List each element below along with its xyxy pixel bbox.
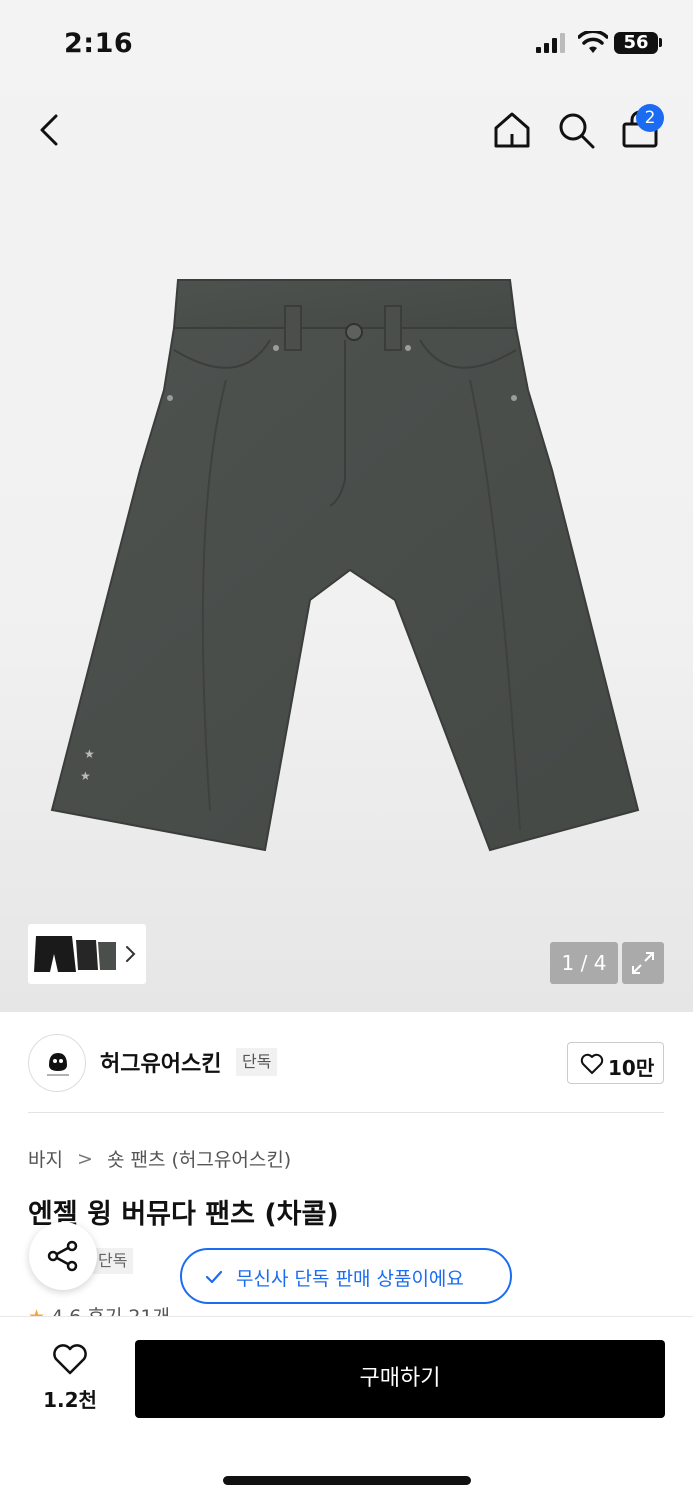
breadcrumb-separator-icon: > [77,1147,93,1170]
check-icon [205,1270,223,1284]
battery-level: 56 [614,32,658,54]
brand-like-button[interactable]: 10만 [567,1042,664,1084]
thumbnail-image [34,936,116,972]
exclusive-notice-pill[interactable]: 무신사 단독 판매 상품이에요 [180,1248,512,1304]
status-bar: 2:16 56 [0,0,693,90]
brand-logo-mark [47,1053,69,1076]
breadcrumb: 바지 > 숏 팬츠 (허그유어스킨) [28,1145,291,1172]
wifi-icon [578,31,608,53]
share-button[interactable] [29,1222,97,1290]
exclusive-notice-text: 무신사 단독 판매 상품이에요 [236,1268,464,1290]
expand-button[interactable] [622,942,664,984]
search-icon[interactable] [554,108,598,152]
svg-text:★: ★ [80,769,91,783]
battery-nub [659,38,662,47]
chevron-right-icon[interactable] [120,942,140,966]
wish-count: 1.2천 [43,1388,97,1412]
home-indicator [223,1476,471,1485]
brand-name[interactable]: 허그유어스킨 [100,1046,221,1078]
brand-like-count: 10만 [608,1056,655,1080]
status-time: 2:16 [64,28,134,59]
divider [28,1112,664,1113]
back-icon[interactable] [30,110,70,150]
share-icon [47,1240,78,1272]
buy-button[interactable]: 구매하기 [135,1340,665,1418]
breadcrumb-category[interactable]: 바지 [28,1149,63,1171]
brand-logo[interactable] [28,1034,86,1092]
heart-icon [580,1053,604,1074]
home-icon[interactable] [490,108,534,152]
cart-count-badge: 2 [636,104,664,132]
heart-icon[interactable] [52,1344,88,1376]
image-counter: 1 / 4 [550,942,618,984]
product-image: ★ ★ [50,279,640,852]
svg-text:★: ★ [84,747,95,761]
signal-icon [536,33,565,53]
expand-icon [632,952,654,974]
product-exclusive-tag: 단독 [92,1248,134,1274]
breadcrumb-subcategory[interactable]: 숏 팬츠 (허그유어스킨) [107,1149,291,1171]
brand-exclusive-tag: 단독 [236,1048,278,1076]
